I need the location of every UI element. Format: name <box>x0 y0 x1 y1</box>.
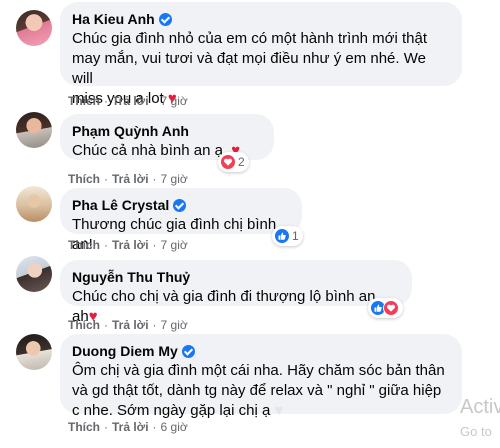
like-link[interactable]: Thích <box>68 420 100 434</box>
like-reaction-icon <box>274 228 290 244</box>
comment-time[interactable]: 7 giờ <box>161 94 188 108</box>
love-reaction-icon <box>383 300 399 316</box>
comment-author[interactable]: Nguyễn Thu Thuỷ <box>72 268 190 286</box>
like-link[interactable]: Thích <box>68 318 100 332</box>
like-link[interactable]: Thích <box>68 94 100 108</box>
reply-link[interactable]: Trả lời <box>112 420 149 434</box>
activation-watermark-sub: Go to <box>460 424 492 439</box>
comment-author[interactable]: Pha Lê Crystal <box>72 196 169 214</box>
activation-watermark: Activ <box>460 396 500 418</box>
reply-link[interactable]: Trả lời <box>112 318 149 332</box>
reaction-summary[interactable]: 1 <box>272 226 303 246</box>
avatar[interactable] <box>16 10 52 46</box>
comment-bubble: Ha Kieu Anh Chúc gia đình nhỏ của em có … <box>60 2 462 107</box>
comment-bubble: Nguyễn Thu Thuỷ Chúc cho chị và gia đình… <box>60 260 412 325</box>
reaction-summary[interactable]: 2 <box>218 152 249 172</box>
reply-link[interactable]: Trả lời <box>112 94 149 108</box>
comment-time[interactable]: 7 giờ <box>161 238 188 252</box>
comment-time[interactable]: 6 giờ <box>161 420 188 434</box>
avatar[interactable] <box>16 256 52 292</box>
avatar[interactable] <box>16 186 52 222</box>
avatar[interactable] <box>16 334 52 370</box>
verified-badge-icon <box>181 344 195 358</box>
love-reaction-icon <box>220 154 236 170</box>
like-link[interactable]: Thích <box>68 238 100 252</box>
comment-time[interactable]: 7 giờ <box>161 172 188 186</box>
verified-badge-icon <box>173 198 187 212</box>
verified-badge-icon <box>158 12 172 26</box>
comment-text: Ôm chị và gia đình một cái nha. Hãy chăm… <box>72 362 445 419</box>
reaction-count: 2 <box>238 155 245 169</box>
reply-link[interactable]: Trả lời <box>112 172 149 186</box>
comment-author[interactable]: Phạm Quỳnh Anh <box>72 122 189 140</box>
comment-time[interactable]: 7 giờ <box>161 318 188 332</box>
white-heart-emoji-icon: ♥ <box>274 402 284 419</box>
comment-author[interactable]: Ha Kieu Anh <box>72 10 155 28</box>
comment-bubble: Duong Diem My Ôm chị và gia đình một cái… <box>60 334 462 419</box>
reaction-summary[interactable] <box>368 298 403 318</box>
like-link[interactable]: Thích <box>68 172 100 186</box>
comment-author[interactable]: Duong Diem My <box>72 342 178 360</box>
reaction-count: 1 <box>292 229 299 243</box>
reply-link[interactable]: Trả lời <box>112 238 149 252</box>
comment-bubble: Pha Lê Crystal Thương chúc gia đình chị … <box>60 188 302 253</box>
avatar[interactable] <box>16 112 52 148</box>
